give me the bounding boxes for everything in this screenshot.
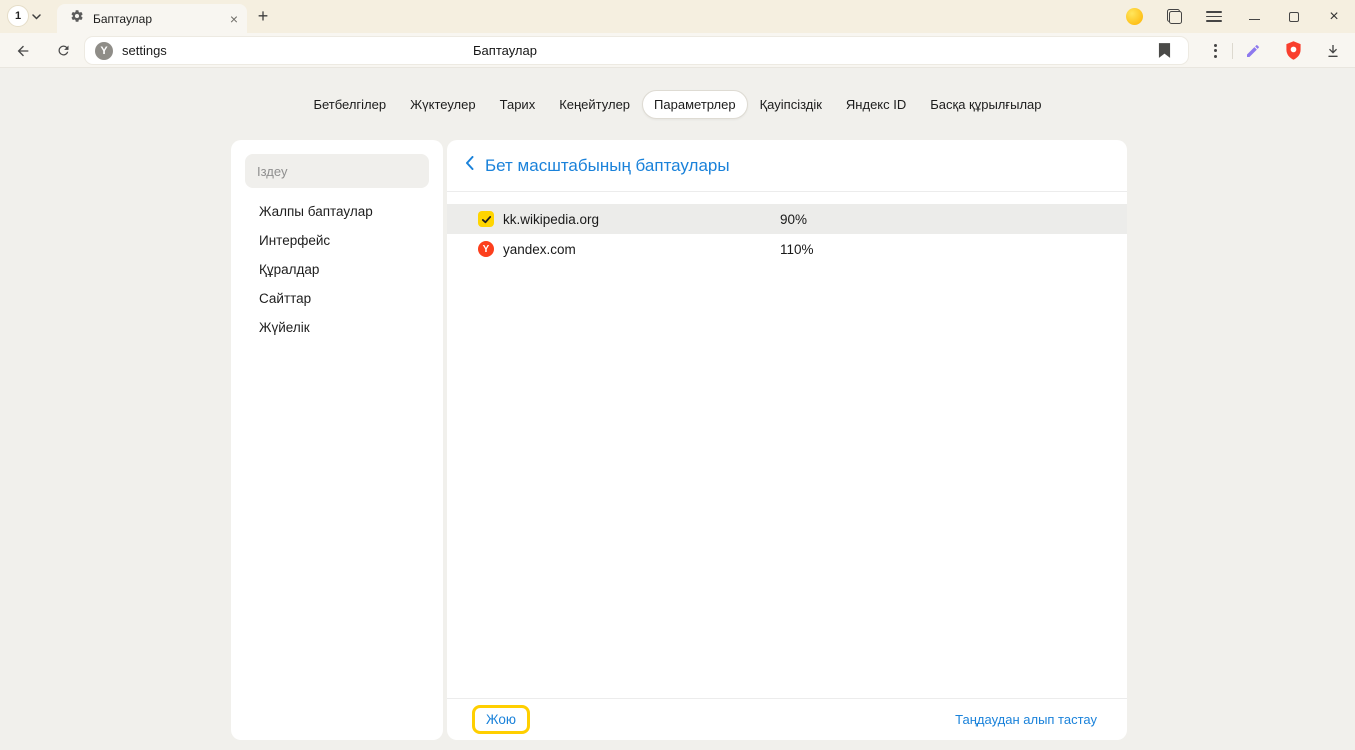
zoom-list: kk.wikipedia.org 90% Y yandex.com 110% <box>447 192 1127 264</box>
address-text: settings <box>122 43 167 58</box>
download-icon <box>1325 43 1341 59</box>
tabstrip-right-controls: × <box>1114 0 1354 33</box>
back-button-section[interactable] <box>465 156 474 175</box>
tab-settings[interactable]: Параметрлер <box>642 90 748 119</box>
settings-page: Бетбелгілер Жүктеулер Тарих Кеңейтулер П… <box>0 68 1355 750</box>
tab-yandex-id[interactable]: Яндекс ID <box>834 90 918 119</box>
panel-footer: Жою Таңдаудан алып тастау <box>447 698 1127 740</box>
tab-strip: 1 Баптаулар × + × <box>0 0 1355 33</box>
bookmark-icon <box>1158 43 1171 58</box>
search-input[interactable] <box>245 154 445 188</box>
sidebar-item-general[interactable]: Жалпы баптаулар <box>231 197 443 226</box>
zoom-value: 90% <box>780 204 807 234</box>
zoom-value: 110% <box>780 234 814 264</box>
tab-security[interactable]: Қауіпсіздік <box>748 90 834 119</box>
browser-tab[interactable]: Баптаулар × <box>57 4 247 33</box>
window-close-button[interactable]: × <box>1314 0 1354 33</box>
assistant-icon <box>1126 8 1143 25</box>
sidebar-item-interface[interactable]: Интерфейс <box>231 226 443 255</box>
bookmark-button[interactable] <box>1149 33 1179 68</box>
zoom-row[interactable]: Y yandex.com 110% <box>447 234 1127 264</box>
clear-selection-link[interactable]: Таңдаудан алып тастау <box>955 712 1097 727</box>
pen-icon <box>1245 43 1261 59</box>
sidebar-item-sites[interactable]: Сайттар <box>231 284 443 313</box>
settings-sidebar: Жалпы баптаулар Интерфейс Құралдар Сайтт… <box>231 140 443 740</box>
gear-icon <box>70 9 84 28</box>
browser-menu-button[interactable] <box>1194 0 1234 33</box>
tab-bookmarks[interactable]: Бетбелгілер <box>301 90 398 119</box>
search-field <box>245 154 429 188</box>
site-name: kk.wikipedia.org <box>503 204 599 234</box>
sidebar-item-system[interactable]: Жүйелік <box>231 313 443 342</box>
yandex-favicon: Y <box>478 241 494 257</box>
tab-close-button[interactable]: × <box>230 12 238 26</box>
tabs-stack-icon <box>1167 9 1182 24</box>
zoom-row[interactable]: kk.wikipedia.org 90% <box>447 204 1127 234</box>
toolbar: Y settings Баптаулар <box>0 33 1355 68</box>
minimize-icon <box>1249 19 1260 21</box>
hamburger-icon <box>1206 11 1222 22</box>
toolbar-right-controls <box>1198 33 1353 68</box>
tab-extensions[interactable]: Кеңейтулер <box>547 90 642 119</box>
row-checkbox-checked[interactable] <box>478 211 494 227</box>
site-name: yandex.com <box>503 234 576 264</box>
settings-nav: Бетбелгілер Жүктеулер Тарих Кеңейтулер П… <box>0 90 1355 119</box>
tab-history[interactable]: Тарих <box>488 90 548 119</box>
section-header: Бет масштабының баптаулары <box>447 140 1127 192</box>
reload-icon <box>56 43 71 58</box>
tab-count-badge: 1 <box>7 5 29 27</box>
new-tab-button[interactable]: + <box>250 0 276 33</box>
close-icon: × <box>1329 9 1338 25</box>
tab-downloads[interactable]: Жүктеулер <box>398 90 488 119</box>
browser-window: { "colors": { "accent_blue": "#1a82da", … <box>0 0 1355 750</box>
page-title: Баптаулар <box>473 33 537 68</box>
sidebar-list: Жалпы баптаулар Интерфейс Құралдар Сайтт… <box>231 197 443 342</box>
main-panel: Бет масштабының баптаулары kk.wikipedia.… <box>447 140 1127 740</box>
downloads-button[interactable] <box>1313 33 1353 68</box>
tab-counter[interactable]: 1 <box>7 5 41 27</box>
more-icon <box>1214 44 1217 58</box>
tab-other-devices[interactable]: Басқа құрылғылар <box>918 90 1053 119</box>
delete-button[interactable]: Жою <box>472 705 530 734</box>
back-button[interactable] <box>10 33 36 68</box>
maximize-icon <box>1289 12 1299 22</box>
section-title: Бет масштабының баптаулары <box>485 156 730 176</box>
reload-button[interactable] <box>50 33 76 68</box>
toolbar-more-button[interactable] <box>1198 33 1232 68</box>
sidebar-item-tools[interactable]: Құралдар <box>231 255 443 284</box>
chevron-down-icon <box>32 7 41 25</box>
pen-button[interactable] <box>1233 33 1273 68</box>
check-icon <box>481 214 492 225</box>
shield-icon <box>1285 41 1302 60</box>
maximize-button[interactable] <box>1274 0 1314 33</box>
minimize-button[interactable] <box>1234 0 1274 33</box>
tab-title: Баптаулар <box>93 12 221 26</box>
all-tabs-button[interactable] <box>1154 0 1194 33</box>
assistant-button[interactable] <box>1114 0 1154 33</box>
site-favicon: Y <box>95 42 113 60</box>
chevron-left-icon <box>465 156 474 170</box>
back-arrow-icon <box>15 43 31 59</box>
protect-button[interactable] <box>1273 33 1313 68</box>
address-bar[interactable]: Y settings <box>85 37 1188 64</box>
